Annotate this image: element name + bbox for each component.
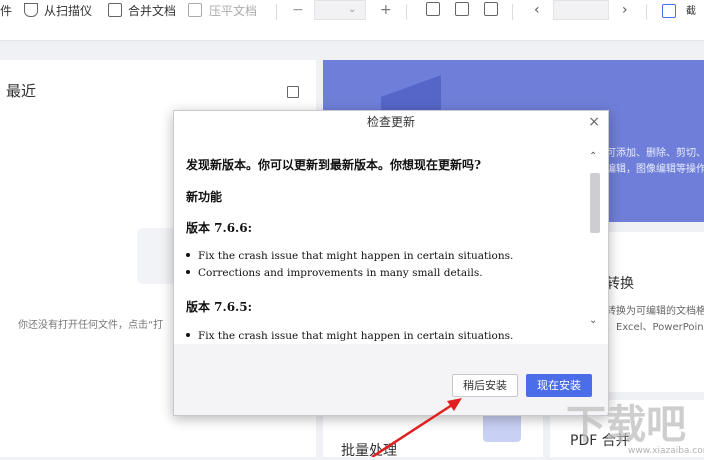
watermark: 下载吧: [566, 402, 686, 448]
watermark-url: www.xiazaiba.com: [628, 446, 704, 456]
annotation-arrow: [371, 398, 462, 457]
arrow-head-icon: [447, 398, 462, 411]
arrow-line: [371, 403, 453, 457]
